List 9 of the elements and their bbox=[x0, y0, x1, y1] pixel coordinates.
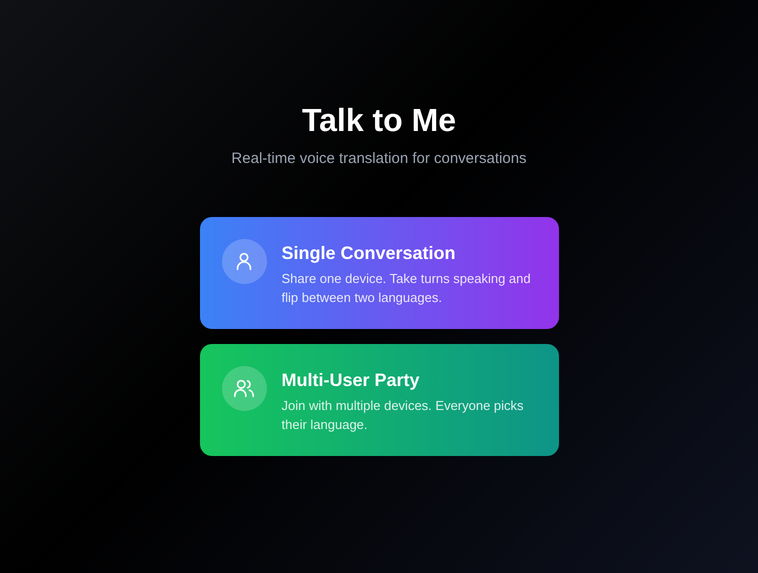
card-description: Join with multiple devices. Everyone picks their language. bbox=[282, 396, 525, 434]
mode-card[interactable]: Single Conversation Share one device. Take turns speaking and flip between two languages. bbox=[200, 216, 558, 328]
app-subtitle: Real-time voice translation for conversations bbox=[231, 149, 527, 169]
mode-card[interactable]: Multi-User Party Join with multiple devices. Everyone picks their language. bbox=[200, 344, 558, 456]
card-title: Multi-User Party bbox=[282, 368, 421, 392]
users-icon bbox=[233, 377, 255, 399]
card-title: Single Conversation bbox=[282, 242, 457, 264]
card-description: Share one device. Take turns speaking and flip between two languages. bbox=[282, 270, 532, 306]
app-title: Talk to Me bbox=[302, 101, 456, 140]
